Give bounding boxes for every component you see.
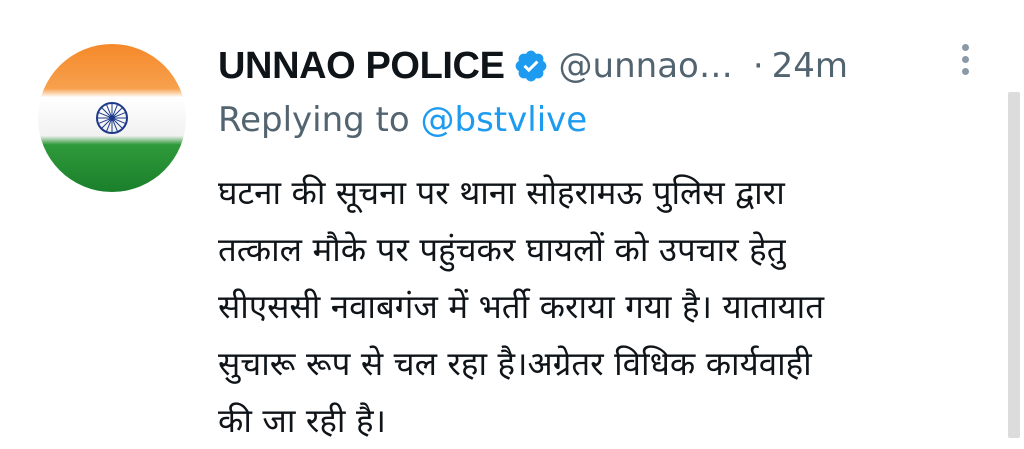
tweet-text-line: तत्काल मौके पर पहुंचकर घायलों को उपचार ह…	[218, 230, 786, 269]
tweet-text: घटना की सूचना पर थाना सोहरामऊ पुलिस द्वा…	[218, 164, 998, 449]
author-handle[interactable]: @unnao…	[559, 46, 733, 86]
verified-badge-icon[interactable]	[513, 48, 549, 84]
more-vertical-icon[interactable]	[958, 44, 972, 80]
tweet-text-line: सीएससी नवाबगंज में भर्ती कराया गया है। य…	[218, 287, 825, 326]
separator-dot: ·	[752, 46, 764, 86]
ashoka-chakra-icon	[96, 102, 128, 134]
reply-mention-link[interactable]: @bstvlive	[421, 100, 588, 140]
tweet-header: UNNAO POLICE @unnao… · 24m	[218, 40, 848, 92]
replying-to-line: Replying to @bstvlive	[218, 100, 587, 140]
scrollbar[interactable]	[1008, 92, 1020, 438]
tweet-text-line: सुचारू रूप से चल रहा है।अग्रेतर विधिक का…	[218, 344, 812, 383]
replying-prefix: Replying to	[218, 100, 410, 140]
tweet-text-line: की जा रही है।	[218, 401, 386, 440]
author-name[interactable]: UNNAO POLICE	[218, 45, 505, 88]
timestamp[interactable]: 24m	[772, 46, 848, 86]
avatar[interactable]	[38, 44, 186, 192]
tweet-text-line: घटना की सूचना पर थाना सोहरामऊ पुलिस द्वा…	[218, 173, 785, 212]
